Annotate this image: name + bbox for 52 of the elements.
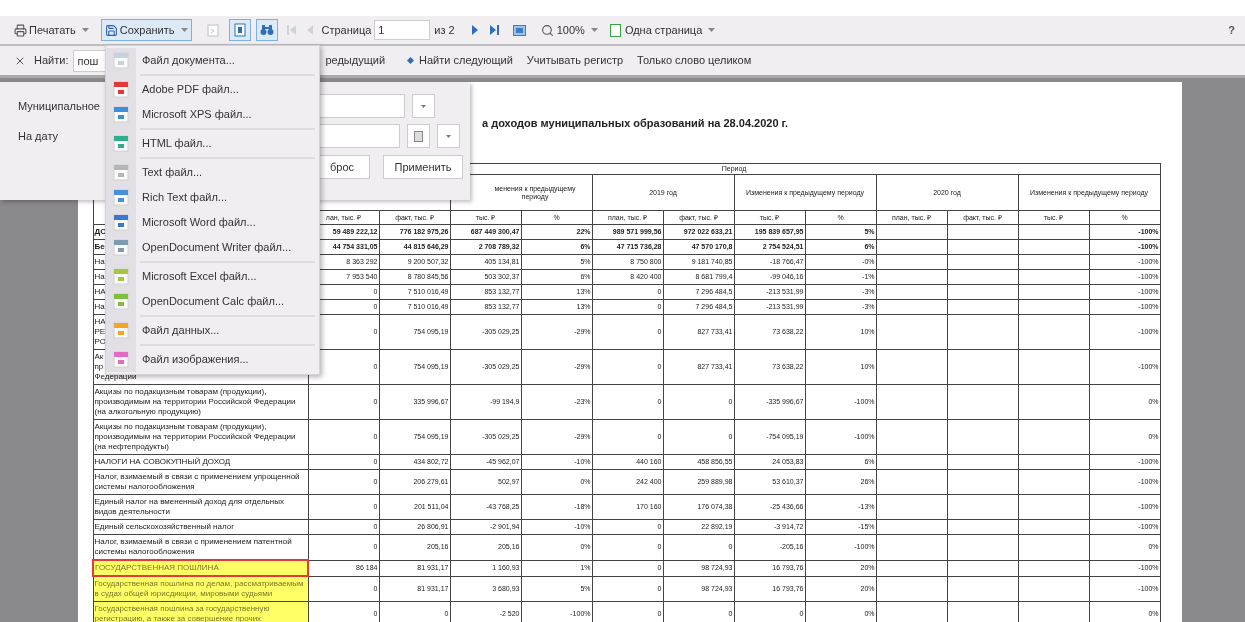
page-icon (609, 23, 621, 37)
row-label: ГОСУДАРСТВЕННАЯ ПОШЛИНА (93, 560, 308, 576)
document-icon (206, 23, 219, 37)
row-label: Акцизы по подакцизным товарам (продукции), производимым на территории Российской Федерации (на алкогольную продукцию) (93, 384, 308, 420)
toolbar-button[interactable] (255, 19, 278, 41)
row-label: Государственная пошлина по делам, рассматриваемым в судах общей юрисдикции, мировыми судьями (93, 576, 308, 602)
caret-icon (708, 28, 716, 32)
view-mode-button[interactable]: Одна страница (609, 19, 716, 41)
row-label: Акцизы по подакцизным товарам (продукции), производимым на территории Российской Федерации (на нефтепродукты) (93, 419, 308, 455)
find-label: Найти: (34, 53, 69, 69)
save-button[interactable]: Сохранить (100, 19, 192, 41)
printer-icon (14, 23, 27, 37)
page-number-field[interactable]: 1 (374, 20, 431, 40)
zoom-button[interactable]: 100% (540, 19, 598, 41)
help-button[interactable]: ? (1228, 21, 1235, 39)
caret-icon (81, 28, 89, 32)
fullscreen-icon (513, 24, 527, 36)
binoculars-icon (259, 24, 274, 36)
search-icon (540, 23, 554, 37)
menu-item[interactable]: Adobe PDF файл... (106, 73, 319, 102)
row-label: НАЛОГИ НА СОВОКУПНЫЙ ДОХОД (93, 454, 308, 470)
page-label: Страница (321, 22, 372, 38)
caret-icon (180, 28, 188, 32)
page-icon (233, 23, 246, 37)
caret-icon (446, 134, 451, 138)
toolbar-button[interactable] (228, 19, 251, 41)
page-total: из 2 (434, 22, 455, 38)
field-label: Муниципальное (18, 99, 100, 112)
find-previous-button[interactable]: редыдущий (325, 52, 386, 69)
panel-button[interactable]: Применить (383, 155, 463, 179)
calendar-icon (414, 130, 423, 142)
previous-page-icon (306, 25, 313, 35)
calendar-button[interactable] (407, 124, 430, 148)
row-label: Государственная пошлина за государственную регистрацию, а также за совершение прочих (93, 601, 308, 622)
field-label: На дату (18, 129, 59, 142)
caret-icon (421, 104, 426, 108)
row-label: Единый сельскохозяйственный налог (93, 519, 308, 535)
report-title: а доходов муниципальных образований на 28.04.2020 г. (482, 116, 789, 130)
whole-word-toggle[interactable]: Только слово целиком (637, 52, 752, 69)
row-label: Единый налог на вмененный доход для отдельных видов деятельности (93, 494, 308, 520)
menu-item[interactable]: HTML файл... (106, 127, 319, 156)
find-next-button[interactable]: Найти следующий (407, 52, 513, 69)
menu-item[interactable]: Microsoft XPS файл... (106, 102, 319, 127)
first-page-icon (287, 25, 296, 35)
diamond-icon (407, 57, 415, 64)
print-button[interactable]: Печатать (12, 19, 91, 41)
menu-item[interactable]: Rich Text файл... (106, 185, 319, 210)
last-page-icon (490, 25, 500, 35)
caret-icon (590, 28, 598, 32)
next-page-icon (471, 25, 478, 35)
match-case-toggle[interactable]: Учитывать регистр (526, 52, 624, 69)
row-label: Налог, взимаемый в связи с применением упрощенной системы налогообложения (93, 469, 308, 495)
